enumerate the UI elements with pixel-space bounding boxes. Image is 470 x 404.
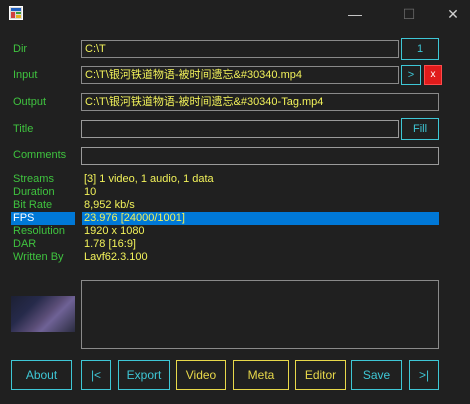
info-value: 1.78 [16:9] xyxy=(84,238,136,250)
info-key: Streams xyxy=(13,173,54,185)
info-row-dar[interactable]: DAR 1.78 [16:9] xyxy=(0,238,470,251)
info-key: DAR xyxy=(13,238,37,250)
input-label: Input xyxy=(13,69,38,81)
input-clear-button[interactable]: x xyxy=(424,65,442,85)
fill-button[interactable]: Fill xyxy=(401,118,439,140)
info-row-written-by[interactable]: Written By Lavf62.3.100 xyxy=(0,251,470,264)
about-button[interactable]: About xyxy=(11,360,72,390)
maximize-button: ☐ xyxy=(402,6,416,22)
info-row-duration[interactable]: Duration 10 xyxy=(0,186,470,199)
info-row-resolution[interactable]: Resolution 1920 x 1080 xyxy=(0,225,470,238)
comments-field[interactable] xyxy=(81,147,439,165)
info-row-streams[interactable]: Streams [3] 1 video, 1 audio, 1 data xyxy=(0,173,470,186)
close-button[interactable]: ✕ xyxy=(430,0,470,30)
export-button[interactable]: Export xyxy=(118,360,170,390)
info-key: Written By xyxy=(13,251,64,263)
output-field[interactable]: C:\T\银河铁道物语-被时间遗忘&#30340-Tag.mp4 xyxy=(81,93,439,111)
dir-count-button[interactable]: 1 xyxy=(401,38,439,60)
app-icon xyxy=(9,6,23,20)
info-key: FPS xyxy=(13,212,35,224)
info-value: 8,952 kb/s xyxy=(84,199,135,211)
info-row-fps[interactable]: FPS 23.976 [24000/1001] xyxy=(0,212,470,225)
video-thumbnail xyxy=(11,296,75,332)
title-label: Title xyxy=(13,123,34,135)
video-button[interactable]: Video xyxy=(176,360,226,390)
info-key: Bit Rate xyxy=(13,199,53,211)
editor-button[interactable]: Editor xyxy=(295,360,346,390)
info-key: Duration xyxy=(13,186,55,198)
save-button[interactable]: Save xyxy=(351,360,402,390)
input-next-button[interactable]: > xyxy=(401,65,421,85)
dir-field[interactable]: C:\T xyxy=(81,40,399,58)
info-key: Resolution xyxy=(13,225,65,237)
info-value: 10 xyxy=(84,186,97,198)
meta-button[interactable]: Meta xyxy=(233,360,289,390)
minimize-button[interactable]: — xyxy=(332,0,378,30)
notes-textarea[interactable] xyxy=(81,280,439,349)
title-bar: — ☐ ✕ xyxy=(0,0,470,30)
title-field[interactable] xyxy=(81,120,399,138)
next-file-button[interactable]: >| xyxy=(409,360,439,390)
dir-label: Dir xyxy=(13,43,28,55)
prev-file-button[interactable]: |< xyxy=(81,360,111,390)
info-row-bitrate[interactable]: Bit Rate 8,952 kb/s xyxy=(0,199,470,212)
info-value: [3] 1 video, 1 audio, 1 data xyxy=(84,173,214,185)
input-field[interactable]: C:\T\银河铁道物语-被时间遗忘&#30340.mp4 xyxy=(81,66,399,84)
output-label: Output xyxy=(13,96,47,108)
comments-label: Comments xyxy=(13,149,67,161)
info-value: Lavf62.3.100 xyxy=(84,251,148,263)
info-value: 1920 x 1080 xyxy=(84,225,145,237)
info-value: 23.976 [24000/1001] xyxy=(84,212,185,224)
